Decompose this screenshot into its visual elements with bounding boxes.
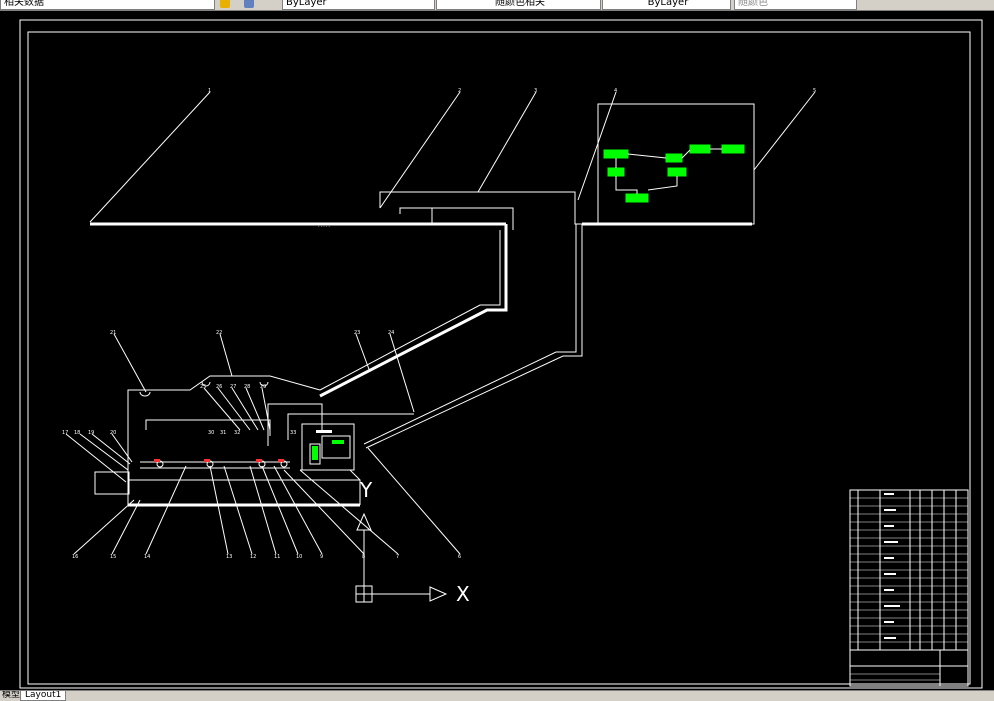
callout-27: 27 bbox=[230, 384, 236, 390]
callout-20: 20 bbox=[110, 430, 116, 436]
color-dropdown[interactable]: ByLayer bbox=[282, 0, 435, 10]
callout-15: 15 bbox=[110, 554, 116, 560]
callout-19: 19 bbox=[88, 430, 94, 436]
tab-model[interactable]: 模型 bbox=[0, 691, 22, 700]
callout-33: 33 bbox=[290, 430, 296, 436]
title-block-rows bbox=[850, 497, 968, 681]
callout-6: 6 bbox=[458, 554, 461, 560]
callout-12: 12 bbox=[250, 554, 256, 560]
control-cabinet bbox=[597, 103, 755, 225]
control-diagram bbox=[603, 144, 745, 203]
conveyor-ellipsis: ..... bbox=[318, 223, 331, 229]
cad-drawing: 1 2 3 4 5 6 7 8 9 10 11 12 13 14 15 16 1… bbox=[19, 19, 983, 689]
callout-16: 16 bbox=[72, 554, 78, 560]
callout-9: 9 bbox=[320, 554, 323, 560]
plotstyle-dropdown[interactable]: 随颜色 bbox=[734, 0, 857, 10]
callout-18: 18 bbox=[74, 430, 80, 436]
callout-26: 26 bbox=[216, 384, 222, 390]
title-block-text-bars bbox=[884, 493, 900, 639]
axis-x-label: X bbox=[456, 582, 470, 606]
callout-22: 22 bbox=[216, 330, 222, 336]
callout-31: 31 bbox=[220, 430, 226, 436]
layout-tabs-bar: 模型 Layout1 bbox=[0, 690, 994, 701]
callout-25: 25 bbox=[200, 384, 206, 390]
callout-2: 2 bbox=[458, 88, 461, 94]
callout-29: 29 bbox=[260, 384, 266, 390]
callout-8: 8 bbox=[362, 554, 365, 560]
sensor-box bbox=[312, 446, 318, 460]
callout-32: 32 bbox=[234, 430, 240, 436]
callout-21: 21 bbox=[110, 330, 116, 336]
callout-4: 4 bbox=[614, 88, 617, 94]
callout-28: 28 bbox=[244, 384, 250, 390]
layer-dropdown[interactable]: 相关数据 bbox=[0, 0, 215, 10]
cable-path bbox=[365, 191, 583, 449]
layer-state-icon[interactable] bbox=[220, 0, 230, 8]
callout-24: 24 bbox=[388, 330, 394, 336]
callout-10: 10 bbox=[296, 554, 302, 560]
drawing-canvas[interactable]: 1 2 3 4 5 6 7 8 9 10 11 12 13 14 15 16 1… bbox=[0, 10, 994, 690]
linetype-dropdown[interactable]: 随颜色相关 bbox=[436, 0, 601, 10]
callout-13: 13 bbox=[226, 554, 232, 560]
callout-5: 5 bbox=[813, 88, 816, 94]
outer-border bbox=[19, 19, 983, 689]
callout-11: 11 bbox=[274, 554, 280, 560]
callout-14: 14 bbox=[144, 554, 150, 560]
inner-border bbox=[27, 31, 971, 685]
axis-y-label: Y bbox=[359, 478, 373, 502]
layer-tool-icon[interactable] bbox=[244, 0, 254, 8]
callout-1: 1 bbox=[208, 88, 211, 94]
lineweight-dropdown[interactable]: ByLayer bbox=[602, 0, 731, 10]
callout-7: 7 bbox=[396, 554, 399, 560]
callout-30: 30 bbox=[208, 430, 214, 436]
callout-3: 3 bbox=[534, 88, 537, 94]
callout-23: 23 bbox=[354, 330, 360, 336]
callout-17: 17 bbox=[62, 430, 68, 436]
